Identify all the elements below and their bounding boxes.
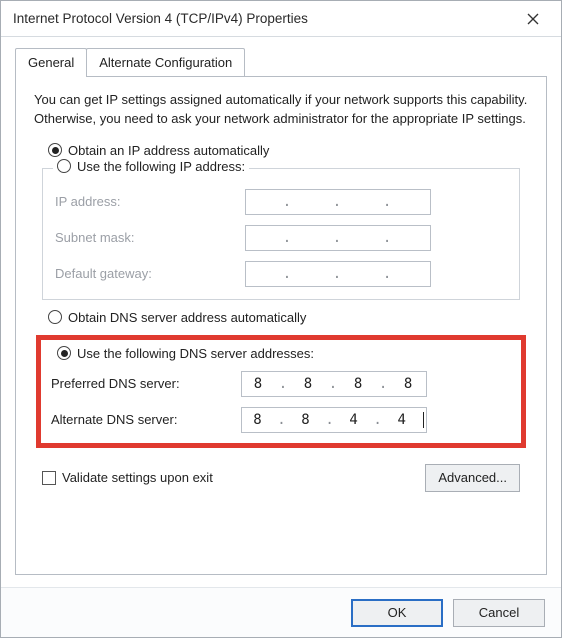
radio-icon	[57, 346, 71, 360]
titlebar: Internet Protocol Version 4 (TCP/IPv4) P…	[1, 1, 561, 37]
radio-label: Obtain an IP address automatically	[68, 143, 269, 158]
cancel-button[interactable]: Cancel	[453, 599, 545, 627]
dialog-footer: OK Cancel	[1, 587, 561, 637]
field-label: Subnet mask:	[55, 230, 245, 245]
intro-text: You can get IP settings assigned automat…	[34, 91, 528, 129]
radio-icon	[48, 143, 62, 157]
validate-checkbox[interactable]	[42, 471, 56, 485]
field-label: IP address:	[55, 194, 245, 209]
close-button[interactable]	[513, 5, 553, 33]
preferred-dns-input[interactable]: 8. 8. 8. 8	[241, 371, 427, 397]
dns-highlight: Use the following DNS server addresses: …	[36, 335, 526, 448]
radio-ip-manual[interactable]: Use the following IP address:	[53, 159, 249, 174]
radio-icon	[48, 310, 62, 324]
radio-label: Use the following IP address:	[77, 159, 245, 174]
client-area: General Alternate Configuration You can …	[1, 37, 561, 587]
tabpane-general: You can get IP settings assigned automat…	[15, 76, 547, 575]
field-label: Alternate DNS server:	[51, 412, 241, 427]
field-alternate-dns: Alternate DNS server: 8. 8. 4. 4	[49, 407, 513, 433]
ok-button[interactable]: OK	[351, 599, 443, 627]
field-label: Preferred DNS server:	[51, 376, 241, 391]
close-icon	[527, 13, 539, 25]
alternate-dns-input[interactable]: 8. 8. 4. 4	[241, 407, 427, 433]
text-caret	[423, 412, 424, 428]
field-ip-address: IP address: . . .	[55, 189, 507, 215]
window-title: Internet Protocol Version 4 (TCP/IPv4) P…	[13, 11, 513, 26]
tab-general[interactable]: General	[15, 48, 87, 77]
tab-strip: General Alternate Configuration	[15, 47, 547, 76]
field-label: Default gateway:	[55, 266, 245, 281]
validate-label: Validate settings upon exit	[62, 470, 213, 485]
tab-alternate-configuration[interactable]: Alternate Configuration	[86, 48, 245, 76]
field-default-gateway: Default gateway: . . .	[55, 261, 507, 287]
field-subnet-mask: Subnet mask: . . .	[55, 225, 507, 251]
radio-dns-auto[interactable]: Obtain DNS server address automatically	[34, 310, 528, 325]
bottom-row: Validate settings upon exit Advanced...	[34, 464, 528, 492]
radio-ip-auto[interactable]: Obtain an IP address automatically	[34, 143, 528, 158]
advanced-button[interactable]: Advanced...	[425, 464, 520, 492]
subnet-mask-input[interactable]: . . .	[245, 225, 431, 251]
radio-label: Obtain DNS server address automatically	[68, 310, 306, 325]
radio-icon	[57, 159, 71, 173]
group-ip-manual: Use the following IP address: IP address…	[42, 168, 520, 300]
radio-label: Use the following DNS server addresses:	[77, 346, 314, 361]
radio-dns-manual[interactable]: Use the following DNS server addresses:	[49, 346, 513, 361]
ip-address-input[interactable]: . . .	[245, 189, 431, 215]
field-preferred-dns: Preferred DNS server: 8. 8. 8. 8	[49, 371, 513, 397]
dialog-window: Internet Protocol Version 4 (TCP/IPv4) P…	[0, 0, 562, 638]
default-gateway-input[interactable]: . . .	[245, 261, 431, 287]
